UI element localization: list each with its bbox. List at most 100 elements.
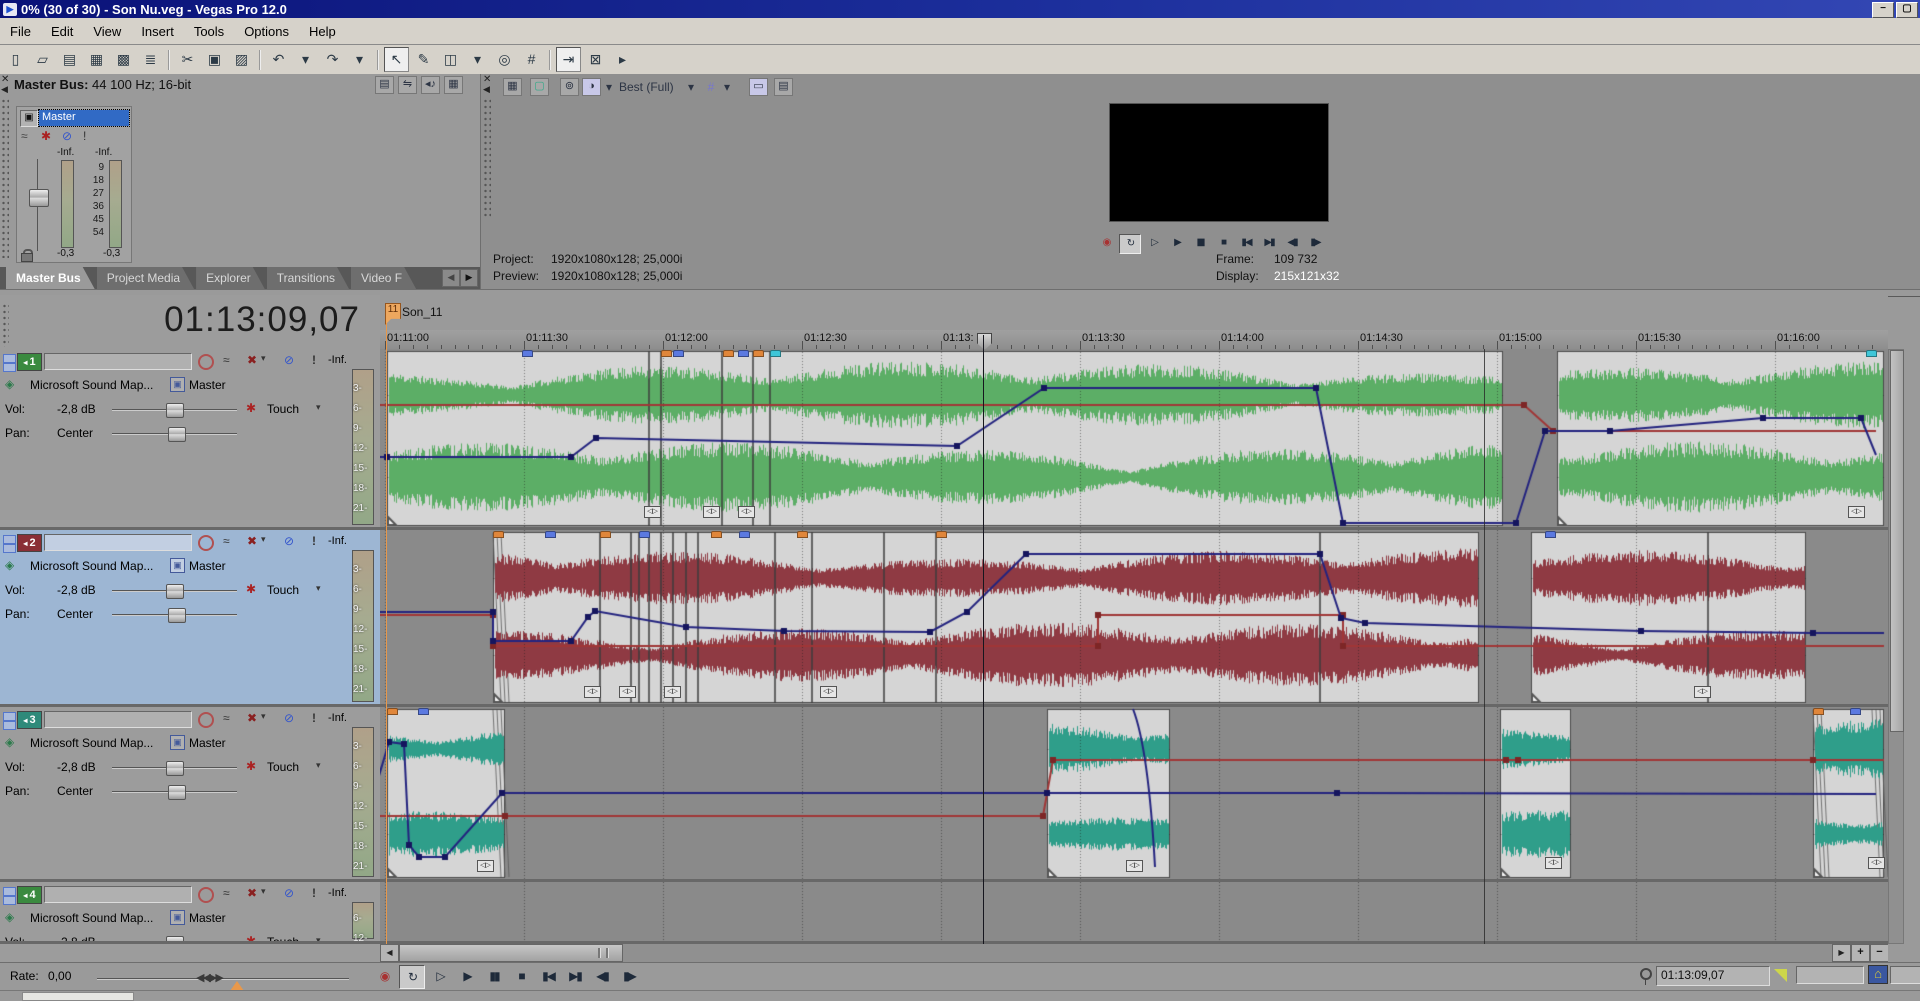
volume-slider-thumb[interactable]	[166, 761, 184, 776]
event-marker-tab[interactable]	[753, 350, 764, 357]
event-marker-tab[interactable]	[738, 350, 749, 357]
solo-button[interactable]: ⊘	[284, 886, 294, 900]
event-marker-tab[interactable]	[1850, 708, 1861, 715]
track-1-timeline-row[interactable]: ◁▷◁▷◁▷◁▷	[380, 349, 1888, 530]
fx-plugin-icon[interactable]: ◈	[5, 377, 14, 391]
track-2-timeline-row[interactable]: ◁▷◁▷◁▷◁▷◁▷	[380, 530, 1888, 707]
volume-slider-thumb[interactable]	[166, 403, 184, 418]
menu-options[interactable]: Options	[234, 21, 299, 42]
track-1-waveform[interactable]	[380, 349, 1888, 530]
solo-button[interactable]: ⊘	[284, 353, 294, 367]
pan-slider[interactable]	[112, 614, 237, 616]
mute-button[interactable]: ✖	[247, 711, 257, 725]
rate-scrub-handle[interactable]: ◀◀▶▶	[196, 971, 222, 984]
video-capture-button[interactable]: ▩	[111, 47, 136, 72]
track-device-button[interactable]: Microsoft Sound Map...	[30, 911, 153, 925]
phase-invert-icon[interactable]: !	[312, 711, 316, 725]
new-project-button[interactable]: ▯	[3, 47, 28, 72]
phase-invert-icon[interactable]: !	[312, 534, 316, 548]
preview-play-from-start-button[interactable]: ▷	[1144, 234, 1164, 252]
automation-mode-dropdown[interactable]: ▾	[316, 935, 321, 944]
paste-button[interactable]: ▨	[229, 47, 254, 72]
pan-slider-thumb[interactable]	[168, 608, 186, 623]
mute-button[interactable]: ✖	[247, 534, 257, 548]
preview-record-button[interactable]: ◉	[1096, 234, 1116, 252]
event-fx-icon[interactable]: ◁▷	[664, 686, 681, 698]
timeline-marker-tag[interactable]: 11	[385, 303, 401, 325]
copy-button[interactable]: ▣	[202, 47, 227, 72]
save-snapshot-icon[interactable]: ▤	[774, 78, 793, 96]
preview-pause-button[interactable]: ▮▮	[1190, 234, 1210, 252]
mute-dropdown[interactable]: ▾	[261, 886, 266, 897]
menu-edit[interactable]: Edit	[41, 21, 83, 42]
edit-tool-dropdown-button[interactable]: ▾	[465, 47, 490, 72]
event-marker-tab[interactable]	[418, 708, 429, 715]
master-fx-button[interactable]: ▣	[20, 110, 38, 127]
event-marker-tab[interactable]	[1813, 708, 1824, 715]
cut-button[interactable]: ✂	[175, 47, 200, 72]
volume-slider[interactable]	[112, 409, 237, 411]
event-fx-icon[interactable]: ◁▷	[1868, 857, 1885, 869]
event-marker-tab[interactable]	[739, 531, 750, 538]
undo-button[interactable]: ↶	[266, 47, 291, 72]
preview-go-to-end-button[interactable]: ▶▮	[1259, 234, 1279, 252]
insert-fx-icon[interactable]: ⇋	[398, 76, 417, 94]
event-marker-tab[interactable]	[711, 531, 722, 538]
event-marker-tab[interactable]	[770, 350, 781, 357]
volume-slider[interactable]	[112, 767, 237, 769]
arm-record-button[interactable]	[198, 354, 214, 370]
track-name-field[interactable]	[44, 711, 192, 728]
split-screen-icon[interactable]: ◑	[582, 78, 601, 96]
mute-button[interactable]: ✖	[247, 353, 257, 367]
video-fx-icon[interactable]: ⊚	[560, 78, 579, 96]
master-mute-icon[interactable]: ⊘	[62, 129, 72, 143]
event-marker-tab[interactable]	[673, 350, 684, 357]
event-marker-tab[interactable]	[387, 708, 398, 715]
tab-explorer[interactable]: Explorer	[196, 267, 265, 289]
tab-transitions[interactable]: Transitions	[267, 267, 349, 289]
vertical-scrollbar[interactable]	[1888, 349, 1904, 944]
hscroll-left-arrow[interactable]: ◀	[380, 944, 399, 962]
event-marker-tab[interactable]	[600, 531, 611, 538]
track-name-field[interactable]	[44, 353, 192, 370]
track-minimize-icon[interactable]	[3, 887, 16, 896]
project-properties-button[interactable]: ▦	[84, 47, 109, 72]
next-frame-button[interactable]: ▮▶	[617, 965, 641, 987]
bus-assign-icon[interactable]: ▣	[170, 910, 185, 925]
fx-plugin-icon[interactable]: ◈	[5, 910, 14, 924]
track-minimize-icon[interactable]	[3, 535, 16, 544]
maximize-button[interactable]: ▢	[1896, 2, 1918, 18]
previous-frame-button[interactable]: ◀▮	[590, 965, 614, 987]
preview-next-frame-button[interactable]: ▮▶	[1305, 234, 1325, 252]
timeline-grip[interactable]	[2, 303, 9, 347]
timeline-marker-label[interactable]: Son_11	[402, 305, 442, 319]
track-1-header[interactable]: ◂1≈✖▾⊘!-Inf.3-6-9-12-15-18-21-◈Microsoft…	[0, 349, 380, 530]
overlays-dropdown[interactable]: ▾	[721, 78, 733, 96]
event-marker-tab[interactable]	[661, 350, 672, 357]
master-dim-icon[interactable]: !	[83, 129, 86, 143]
event-marker-tab[interactable]	[936, 531, 947, 538]
preview-go-to-start-button[interactable]: ▮◀	[1236, 234, 1256, 252]
arm-record-button[interactable]	[198, 712, 214, 728]
event-fx-icon[interactable]: ◁▷	[644, 506, 661, 518]
track-4-waveform[interactable]	[380, 882, 1888, 944]
solo-button[interactable]: ⊘	[284, 534, 294, 548]
undo-dropdown-button[interactable]: ▾	[293, 47, 318, 72]
redo-dropdown-button[interactable]: ▾	[347, 47, 372, 72]
event-fx-icon[interactable]: ◁▷	[703, 506, 720, 518]
menu-view[interactable]: View	[83, 21, 131, 42]
track-3-header[interactable]: ◂3≈✖▾⊘!-Inf.3-6-9-12-15-18-21-◈Microsoft…	[0, 707, 380, 882]
automation-settings-icon[interactable]: ✱	[246, 759, 256, 773]
volume-slider-thumb[interactable]	[166, 936, 184, 944]
pan-slider-thumb[interactable]	[168, 427, 186, 442]
playhead-handle[interactable]	[977, 333, 992, 350]
tab-video-f[interactable]: Video F	[351, 267, 416, 289]
track-device-button[interactable]: Microsoft Sound Map...	[30, 559, 153, 573]
split-screen-dropdown[interactable]: ▾	[603, 78, 615, 96]
more-tools-arrow-button[interactable]: ▸	[610, 47, 635, 72]
rate-slider-rail[interactable]	[97, 978, 349, 980]
dock-grip[interactable]	[1, 98, 9, 258]
open-project-button[interactable]: ▱	[30, 47, 55, 72]
preview-loop-playback-button[interactable]: ↻	[1119, 234, 1141, 254]
enable-snapping-button[interactable]: #	[519, 47, 544, 72]
